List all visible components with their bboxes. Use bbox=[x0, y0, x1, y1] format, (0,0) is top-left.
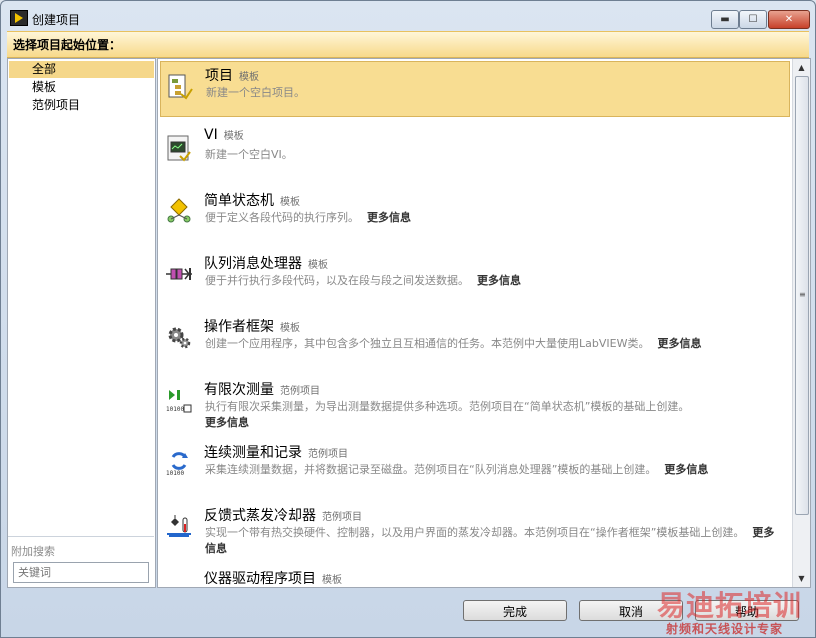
item-description: 便于并行执行多段代码，以及在段与段之间发送数据。 bbox=[205, 274, 469, 287]
item-title: 简单状态机 bbox=[204, 193, 274, 209]
item-tag: 范例项目 bbox=[308, 449, 348, 460]
list-item[interactable]: 队列消息处理器 模板 便于并行执行多段代码，以及在段与段之间发送数据。 更多信息 bbox=[160, 250, 790, 306]
watermark-subtitle: 射频和天线设计专家 bbox=[666, 622, 784, 636]
scroll-up-arrow-icon[interactable]: ▲ bbox=[793, 59, 810, 76]
more-info-link[interactable]: 更多信息 bbox=[205, 416, 249, 429]
item-description: 创建一个应用程序，其中包含多个独立且互相通信的任务。本范例中大量使用LabVIE… bbox=[205, 337, 650, 350]
queue-icon bbox=[165, 260, 193, 288]
category-templates[interactable]: 模板 bbox=[9, 79, 154, 96]
watermark-logo: 易迪拓培训 bbox=[657, 589, 803, 622]
item-tag: 范例项目 bbox=[280, 386, 320, 397]
item-title: 操作者框架 bbox=[204, 319, 274, 335]
list-item[interactable]: 10100 有限次测量 范例项目 执行有限次采集测量，为导出测量数据提供多种选项。… bbox=[160, 376, 790, 432]
gears-icon bbox=[165, 323, 193, 351]
item-title: 连续测量和记录 bbox=[204, 445, 302, 461]
item-title: VI bbox=[204, 127, 218, 143]
minimize-button[interactable]: ▬ bbox=[711, 10, 739, 29]
list-item[interactable]: VI 模板 新建一个空白VI。 bbox=[160, 124, 790, 180]
title-bar: 创建项目 ▬ ☐ ✕ bbox=[1, 1, 815, 31]
instruction-text: 选择项目起始位置： bbox=[13, 38, 122, 52]
category-all[interactable]: 全部 bbox=[9, 61, 154, 78]
vertical-scrollbar[interactable]: ▲ ≡ ▼ bbox=[792, 59, 810, 587]
item-title: 反馈式蒸发冷却器 bbox=[204, 508, 316, 524]
item-tag: 模板 bbox=[223, 131, 244, 142]
item-description: 便于定义各段代码的执行序列。 bbox=[205, 211, 359, 224]
item-description: 实现一个带有热交换硬件、控制器，以及用户界面的蒸发冷却器。本范例项目在“操作者框… bbox=[205, 526, 745, 539]
item-title: 项目 bbox=[205, 68, 233, 84]
labview-app-icon bbox=[10, 10, 28, 26]
item-tag: 模板 bbox=[322, 575, 342, 586]
additional-search-label: 附加搜索 bbox=[11, 545, 55, 558]
category-list: 全部 模板 范例项目 bbox=[7, 58, 156, 588]
list-item[interactable]: 简单状态机 模板 便于定义各段代码的执行序列。 更多信息 bbox=[160, 187, 790, 243]
item-title: 仪器驱动程序项目 bbox=[204, 571, 316, 587]
more-info-link[interactable]: 更多信息 bbox=[367, 211, 411, 224]
window-title: 创建项目 bbox=[32, 13, 81, 27]
list-item[interactable]: 操作者框架 模板 创建一个应用程序，其中包含多个独立且互相通信的任务。本范例中大量… bbox=[160, 313, 790, 369]
close-button[interactable]: ✕ bbox=[768, 10, 810, 29]
instrument-icon bbox=[165, 575, 193, 587]
grip-icon: ≡ bbox=[799, 290, 806, 299]
list-item[interactable]: 10100 连续测量和记录 范例项目 采集连续测量数据，并将数据记录至磁盘。范例项… bbox=[160, 439, 790, 495]
instruction-banner: 选择项目起始位置： bbox=[7, 31, 809, 58]
maximize-button[interactable]: ☐ bbox=[739, 10, 767, 29]
item-tag: 模板 bbox=[239, 72, 259, 83]
scrollbar-thumb[interactable]: ≡ bbox=[795, 76, 809, 515]
state-machine-icon bbox=[165, 197, 193, 225]
svg-text:10100: 10100 bbox=[166, 406, 184, 413]
divider bbox=[8, 536, 154, 537]
item-description: 新建一个空白项目。 bbox=[206, 86, 305, 99]
finite-measure-icon: 10100 bbox=[165, 386, 193, 414]
category-sample-projects[interactable]: 范例项目 bbox=[9, 97, 154, 114]
item-title: 有限次测量 bbox=[204, 382, 274, 398]
continuous-measure-icon: 10100 bbox=[165, 449, 193, 477]
vi-icon bbox=[165, 134, 193, 162]
create-project-dialog: 创建项目 ▬ ☐ ✕ 选择项目起始位置： 全部 模板 范例项目 附加搜索 项目模… bbox=[0, 0, 816, 638]
item-tag: 模板 bbox=[308, 260, 328, 271]
item-tag: 模板 bbox=[280, 323, 300, 334]
project-icon bbox=[166, 72, 194, 100]
more-info-link[interactable]: 更多信息 bbox=[477, 274, 521, 287]
item-description: 执行有限次采集测量，为导出测量数据提供多种选项。范例项目在“简单状态机”模板的基… bbox=[205, 400, 690, 413]
template-list: 项目 模板 新建一个空白项目。 VI 模板 新建一个空白VI。 简单状态机 模板 便于… bbox=[157, 58, 811, 588]
svg-text:10100: 10100 bbox=[166, 470, 184, 477]
item-tag: 范例项目 bbox=[322, 512, 362, 523]
item-description: 采集连续测量数据，并将数据记录至磁盘。范例项目在“队列消息处理器”模板的基础上创… bbox=[205, 463, 657, 476]
more-info-link[interactable]: 更多信息 bbox=[664, 463, 708, 476]
more-info-link[interactable]: 更多信息 bbox=[657, 337, 701, 350]
item-tag: 模板 bbox=[280, 197, 300, 208]
list-item[interactable]: 反馈式蒸发冷却器 范例项目 实现一个带有热交换硬件、控制器，以及用户界面的蒸发冷却… bbox=[160, 502, 790, 558]
cooler-icon bbox=[165, 512, 193, 540]
finish-button[interactable]: 完成 bbox=[463, 600, 567, 621]
keyword-search-input[interactable] bbox=[13, 562, 149, 583]
item-title: 队列消息处理器 bbox=[204, 256, 302, 272]
list-item[interactable]: 项目 模板 新建一个空白项目。 bbox=[160, 61, 790, 117]
item-description: 新建一个空白VI。 bbox=[205, 148, 293, 161]
